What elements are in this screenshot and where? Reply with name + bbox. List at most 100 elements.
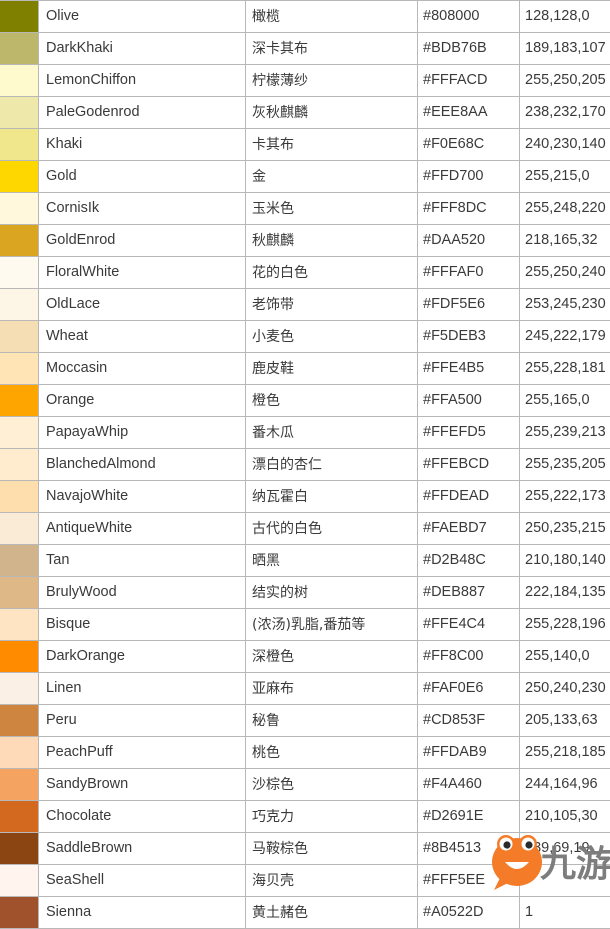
color-rgb-value: 255,218,185 (520, 737, 610, 769)
color-english-name: BrulyWood (39, 577, 246, 609)
color-rgb-value: 250,240,230 (520, 673, 610, 705)
color-chinese-name: 秘鲁 (246, 705, 418, 737)
color-swatch-cell (0, 737, 39, 769)
color-english-name: BlanchedAlmond (39, 449, 246, 481)
color-hex-value: #FFE4B5 (418, 353, 520, 385)
table-row: Gold金#FFD700255,215,0 (0, 161, 610, 193)
color-swatch-cell (0, 673, 39, 705)
color-swatch-cell (0, 577, 39, 609)
color-swatch-cell (0, 225, 39, 257)
color-rgb-value: 128,128,0 (520, 1, 610, 33)
color-rgb-value: 255,228,181 (520, 353, 610, 385)
color-swatch-cell (0, 513, 39, 545)
color-english-name: Olive (39, 1, 246, 33)
color-chinese-name: 沙棕色 (246, 769, 418, 801)
color-rgb-value: 245,222,179 (520, 321, 610, 353)
color-english-name: Gold (39, 161, 246, 193)
color-english-name: SaddleBrown (39, 833, 246, 865)
color-english-name: PaleGodenrod (39, 97, 246, 129)
table-row: Linen亚麻布#FAF0E6250,240,230 (0, 673, 610, 705)
table-row: Sienna黄土赭色#A0522D1 (0, 897, 610, 929)
color-rgb-value: 238,232,170 (520, 97, 610, 129)
color-swatch (0, 449, 38, 480)
color-chinese-name: 番木瓜 (246, 417, 418, 449)
color-hex-value: #FAEBD7 (418, 513, 520, 545)
table-row: Bisque(浓汤)乳脂,番茄等#FFE4C4255,228,196 (0, 609, 610, 641)
color-english-name: Orange (39, 385, 246, 417)
table-row: DarkOrange深橙色#FF8C00255,140,0 (0, 641, 610, 673)
table-row: Orange橙色#FFA500255,165,0 (0, 385, 610, 417)
color-chinese-name: 古代的白色 (246, 513, 418, 545)
color-swatch-cell (0, 353, 39, 385)
color-swatch-cell (0, 769, 39, 801)
color-chinese-name: 亚麻布 (246, 673, 418, 705)
color-chinese-name: 灰秋麒麟 (246, 97, 418, 129)
color-swatch (0, 289, 38, 320)
color-chinese-name: 柠檬薄纱 (246, 65, 418, 97)
color-chinese-name: 秋麒麟 (246, 225, 418, 257)
table-row: BlanchedAlmond漂白的杏仁#FFEBCD255,235,205 (0, 449, 610, 481)
color-hex-value: #FFFACD (418, 65, 520, 97)
color-hex-value: #FFDEAD (418, 481, 520, 513)
color-swatch-cell (0, 545, 39, 577)
color-swatch (0, 353, 38, 384)
color-english-name: LemonChiffon (39, 65, 246, 97)
color-swatch (0, 481, 38, 512)
table-row: GoldEnrod秋麒麟#DAA520218,165,32 (0, 225, 610, 257)
color-chinese-name: 深橙色 (246, 641, 418, 673)
color-swatch-cell (0, 289, 39, 321)
color-english-name: DarkKhaki (39, 33, 246, 65)
color-swatch (0, 1, 38, 32)
color-chinese-name: 深卡其布 (246, 33, 418, 65)
color-rgb-value: 139,69,19 (520, 833, 610, 865)
color-chinese-name: 橙色 (246, 385, 418, 417)
color-swatch-cell (0, 865, 39, 897)
color-swatch (0, 865, 38, 896)
color-swatch (0, 65, 38, 96)
table-row: SaddleBrown马鞍棕色#8B4513139,69,19 (0, 833, 610, 865)
color-swatch-cell (0, 193, 39, 225)
color-chinese-name: 鹿皮鞋 (246, 353, 418, 385)
color-hex-value: #FFDAB9 (418, 737, 520, 769)
table-row: CornisIk玉米色#FFF8DC255,248,220 (0, 193, 610, 225)
table-row: PaleGodenrod灰秋麒麟#EEE8AA238,232,170 (0, 97, 610, 129)
color-swatch-cell (0, 833, 39, 865)
color-swatch (0, 321, 38, 352)
color-hex-value: #FFD700 (418, 161, 520, 193)
color-swatch (0, 833, 38, 864)
color-swatch-cell (0, 257, 39, 289)
color-english-name: FloralWhite (39, 257, 246, 289)
color-rgb-value: 255,250,205 (520, 65, 610, 97)
table-row: Peru秘鲁#CD853F205,133,63 (0, 705, 610, 737)
table-row: PeachPuff桃色#FFDAB9255,218,185 (0, 737, 610, 769)
color-swatch (0, 769, 38, 800)
color-swatch-cell (0, 609, 39, 641)
color-hex-value: #808000 (418, 1, 520, 33)
color-english-name: Tan (39, 545, 246, 577)
color-chinese-name: 金 (246, 161, 418, 193)
color-swatch-cell (0, 321, 39, 353)
color-english-name: OldLace (39, 289, 246, 321)
color-hex-value: #D2691E (418, 801, 520, 833)
table-row: Khaki卡其布#F0E68C240,230,140 (0, 129, 610, 161)
color-swatch-cell (0, 641, 39, 673)
color-chinese-name: 晒黑 (246, 545, 418, 577)
color-swatch (0, 257, 38, 288)
color-english-name: Linen (39, 673, 246, 705)
color-swatch-cell (0, 801, 39, 833)
color-swatch (0, 161, 38, 192)
color-rgb-value: 253,245,230 (520, 289, 610, 321)
table-row: NavajoWhite纳瓦霍白#FFDEAD255,222,173 (0, 481, 610, 513)
color-hex-value: #FF8C00 (418, 641, 520, 673)
table-row: DarkKhaki深卡其布#BDB76B189,183,107 (0, 33, 610, 65)
color-hex-value: #FDF5E6 (418, 289, 520, 321)
color-hex-value: #FFF8DC (418, 193, 520, 225)
color-swatch (0, 513, 38, 544)
color-rgb-value (520, 865, 610, 897)
color-chinese-name: (浓汤)乳脂,番茄等 (246, 609, 418, 641)
color-rgb-value: 205,133,63 (520, 705, 610, 737)
color-english-name: Sienna (39, 897, 246, 929)
table-row: Olive橄榄#808000128,128,0 (0, 1, 610, 33)
color-swatch (0, 385, 38, 416)
table-row: BrulyWood结实的树#DEB887222,184,135 (0, 577, 610, 609)
